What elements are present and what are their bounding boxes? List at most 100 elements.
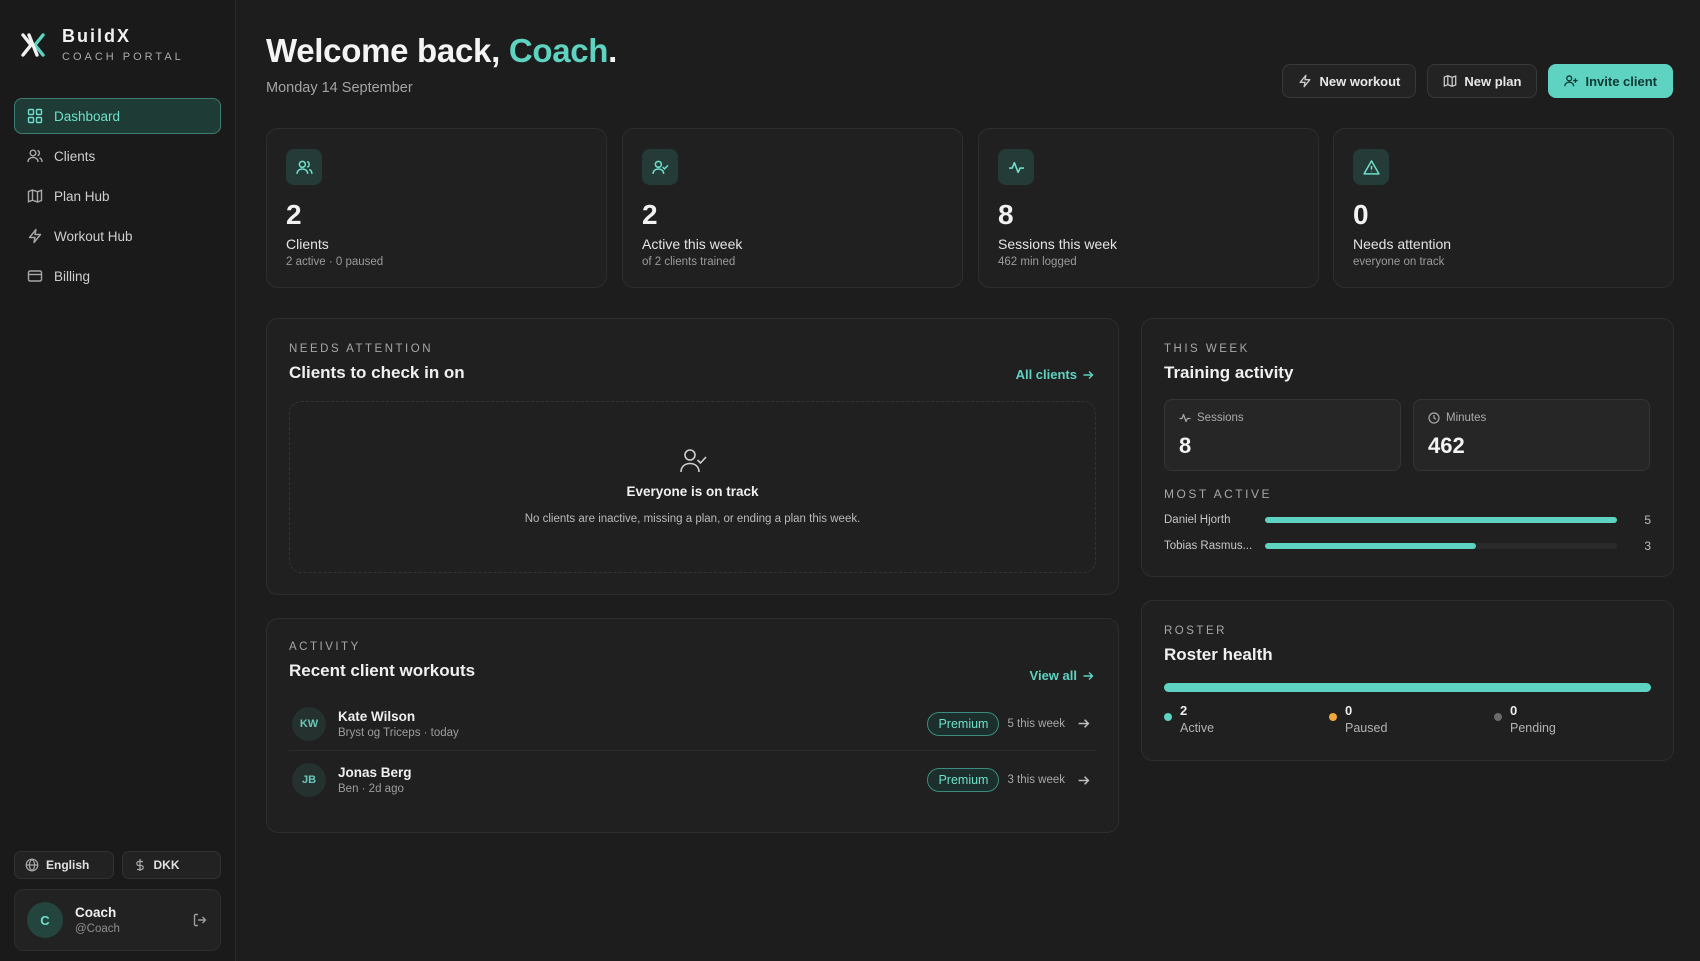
legend-value: 0 — [1510, 703, 1518, 718]
most-active-heading: MOST ACTIVE — [1164, 487, 1272, 501]
most-active-row: Daniel Hjorth 5 — [1164, 512, 1651, 528]
session-count: 5 — [1644, 513, 1651, 527]
sidebar-item-plan-hub[interactable]: Plan Hub — [14, 178, 221, 214]
brand-name: BuildX — [62, 26, 131, 46]
sidebar-item-label: Clients — [54, 148, 96, 164]
activity-icon — [1008, 161, 1024, 173]
section-title: Roster health — [1164, 645, 1273, 664]
sidebar-item-label: Plan Hub — [54, 188, 110, 204]
stat-card-needs-attention: 0 Needs attention everyone on track — [1333, 128, 1674, 288]
header-actions: New workout New plan Invite client — [1282, 64, 1673, 98]
buildx-logo-icon — [21, 32, 45, 57]
session-count: 3 — [1644, 539, 1651, 553]
activity-bar-fill — [1265, 543, 1477, 549]
section-title: Clients to check in on — [289, 363, 465, 382]
page-title: Welcome back, Coach. — [266, 32, 617, 70]
map-icon — [27, 189, 43, 203]
roster-bar-track — [1164, 683, 1651, 692]
credit-card-icon — [27, 270, 43, 282]
legend-label: Pending — [1510, 721, 1556, 735]
link-label: All clients — [1015, 367, 1077, 382]
new-plan-label: New plan — [1464, 73, 1522, 89]
activity-bar-track — [1265, 517, 1617, 523]
stat-card-clients: 2 Clients 2 active · 0 paused — [266, 128, 607, 288]
sidebar-item-dashboard[interactable]: Dashboard — [14, 98, 221, 134]
list-item[interactable]: KW Kate Wilson Bryst og Triceps · today … — [289, 697, 1096, 751]
workout-detail: Bryst og Triceps · today — [338, 726, 459, 739]
logout-icon[interactable] — [192, 912, 208, 928]
link-label: View all — [1029, 668, 1077, 683]
legend-label: Active — [1180, 721, 1215, 735]
client-name: Tobias Rasmus... — [1164, 540, 1253, 552]
stat-label: Active this week — [642, 236, 743, 252]
stat-value: 2 — [286, 199, 302, 230]
stat-value: 2 — [642, 199, 658, 230]
arrow-right-icon — [1083, 370, 1094, 379]
sidebar-nav: Dashboard Clients Plan Hub Workout Hub B… — [14, 98, 221, 298]
new-workout-button[interactable]: New workout — [1282, 64, 1417, 98]
sidebar-footer: English DKK C Coach @Coach — [14, 851, 221, 951]
empty-title: Everyone is on track — [626, 484, 759, 499]
language-label: English — [46, 858, 90, 872]
brand[interactable]: BuildX COACH PORTAL — [20, 26, 184, 63]
view-all-link[interactable]: View all — [1030, 668, 1094, 683]
stat-card-active: 2 Active this week of 2 clients trained — [622, 128, 963, 288]
avatar: KW — [292, 706, 326, 741]
stat-icon-wrap — [1353, 149, 1389, 185]
activity-icon — [1179, 413, 1191, 423]
sidebar-item-label: Dashboard — [54, 108, 121, 124]
stat-sub: 462 min logged — [998, 256, 1077, 268]
status-dot — [1164, 713, 1172, 721]
language-selector[interactable]: English — [14, 851, 114, 879]
currency-selector[interactable]: DKK — [121, 851, 221, 879]
invite-client-button[interactable]: Invite client — [1548, 64, 1673, 98]
clock-icon — [1428, 412, 1440, 424]
roster-bar-fill — [1164, 683, 1651, 692]
sidebar-item-label: Billing — [54, 268, 91, 284]
status-dot — [1494, 713, 1502, 721]
legend-value: 2 — [1180, 703, 1188, 718]
invite-client-label: Invite client — [1585, 73, 1657, 89]
user-check-icon — [651, 160, 668, 174]
workout-detail: Ben · 2d ago — [338, 783, 404, 795]
stat-value: 0 — [1353, 199, 1369, 230]
new-plan-button[interactable]: New plan — [1427, 64, 1538, 98]
grid-icon — [27, 108, 43, 124]
minutes-label: Minutes — [1446, 412, 1487, 424]
sidebar: BuildX COACH PORTAL Dashboard Clients Pl… — [0, 0, 236, 961]
arrow-right-icon — [1078, 719, 1090, 728]
minutes-tile: Minutes 462 — [1413, 399, 1650, 471]
user-check-icon — [679, 449, 707, 473]
sessions-tile: Sessions 8 — [1164, 399, 1401, 471]
users-icon — [27, 149, 43, 163]
roster-health-card: ROSTER Roster health 2 Active 0 Paused 0… — [1141, 600, 1674, 761]
avatar: JB — [292, 763, 326, 797]
stat-sub: everyone on track — [1353, 256, 1445, 268]
list-item[interactable]: JB Jonas Berg Ben · 2d ago Premium 3 thi… — [289, 753, 1096, 807]
stat-label: Clients — [286, 236, 329, 252]
empty-state: Everyone is on track No clients are inac… — [289, 401, 1096, 573]
legend-label: Paused — [1345, 721, 1388, 735]
brand-subtitle: COACH PORTAL — [62, 51, 184, 63]
empty-subtitle: No clients are inactive, missing a plan,… — [524, 513, 861, 525]
greeting-punct: . — [608, 32, 618, 69]
page-date: Monday 14 September — [266, 80, 413, 96]
avatar: C — [27, 902, 63, 938]
sidebar-item-billing[interactable]: Billing — [14, 258, 221, 294]
user-handle: @Coach — [75, 923, 120, 935]
status-dot — [1329, 713, 1337, 721]
stat-label: Needs attention — [1353, 236, 1452, 252]
section-eyebrow: THIS WEEK — [1164, 343, 1250, 355]
activity-card: ACTIVITY Recent client workouts View all… — [266, 618, 1119, 833]
user-card[interactable]: C Coach @Coach — [14, 889, 221, 951]
weekly-count: 3 this week — [1007, 774, 1065, 786]
user-plus-icon — [1564, 75, 1579, 87]
sidebar-item-clients[interactable]: Clients — [14, 138, 221, 174]
stat-icon-wrap — [998, 149, 1034, 185]
globe-icon — [25, 858, 39, 872]
sidebar-item-workout-hub[interactable]: Workout Hub — [14, 218, 221, 254]
legend-value: 0 — [1345, 703, 1353, 718]
all-clients-link[interactable]: All clients — [1016, 367, 1094, 382]
bolt-icon — [1300, 74, 1311, 88]
sidebar-item-label: Workout Hub — [54, 228, 133, 244]
